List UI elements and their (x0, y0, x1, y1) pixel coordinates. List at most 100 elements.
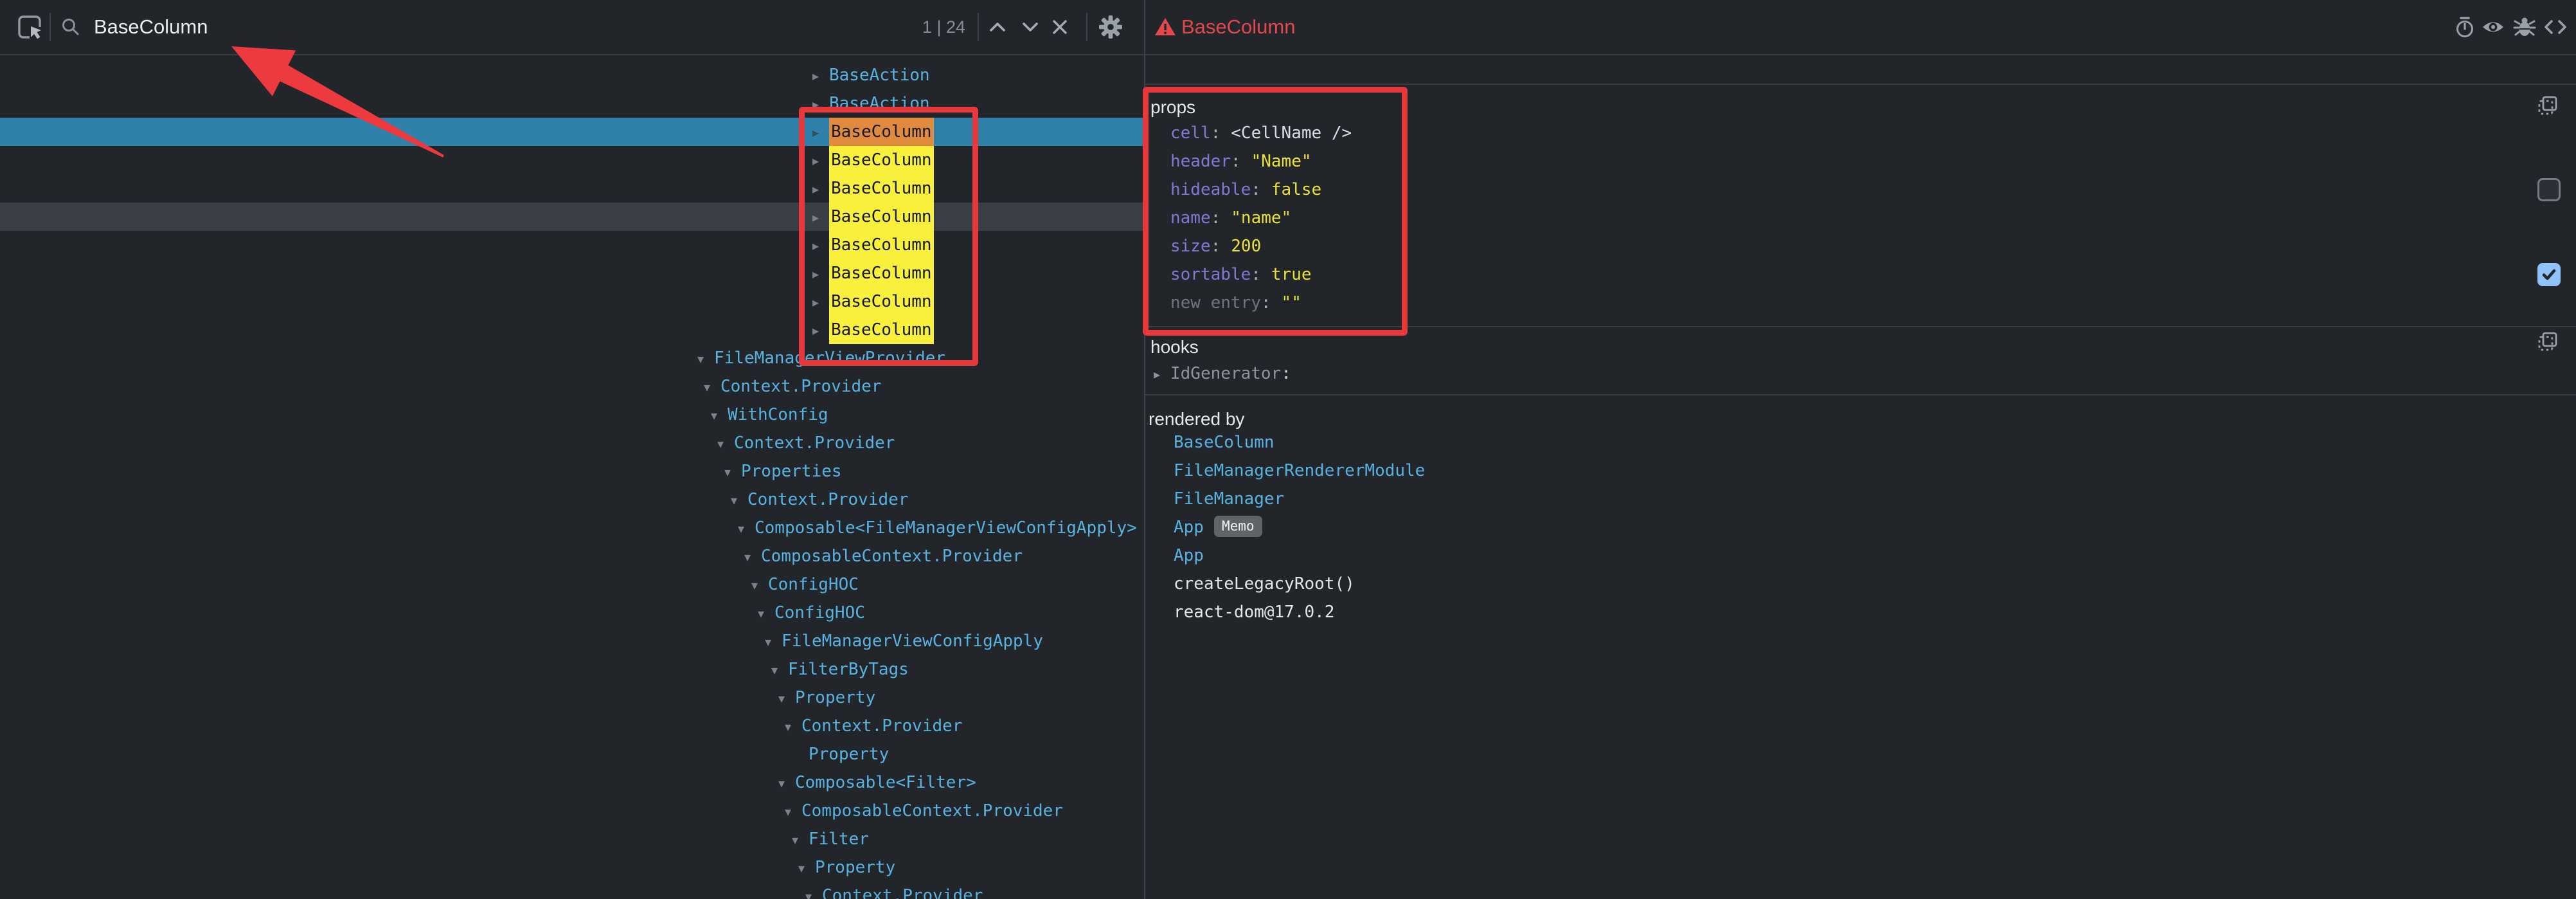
gear-icon[interactable] (1097, 14, 1124, 41)
prop-value[interactable]: "" (1282, 293, 1301, 313)
tree-row[interactable]: ▸BaseColumn (0, 118, 1144, 146)
chevron-down-icon[interactable]: ▾ (724, 458, 741, 486)
tree-row[interactable]: ▾Properties (0, 457, 1144, 486)
chevron-down-icon[interactable]: ▾ (738, 514, 755, 543)
warning-triangle-icon (1154, 17, 1176, 37)
chevron-down-icon[interactable]: ▾ (785, 797, 801, 826)
tree-row[interactable]: ▸BaseColumn (0, 316, 1144, 344)
prop-hideable-checkbox[interactable] (2537, 178, 2561, 201)
component-name: Context.Provider (734, 433, 895, 453)
bug-icon[interactable] (2512, 15, 2537, 39)
prop-key: cell (1170, 123, 1211, 143)
component-name: ComposableContext.Provider (761, 547, 1023, 566)
owner-row[interactable]: AppMemo (1174, 513, 2459, 541)
chevron-right-icon[interactable]: ▸ (812, 203, 829, 232)
chevron-down-icon[interactable]: ▾ (798, 854, 815, 882)
search-results-count: 1 | 24 (855, 0, 965, 54)
chevron-down-icon[interactable]: ▾ (744, 543, 761, 571)
tree-row[interactable]: ▾WithConfig (0, 401, 1144, 429)
tree-row[interactable]: ▾FilterByTags (0, 655, 1144, 684)
panel-divider[interactable] (1144, 0, 1145, 899)
chevron-down-icon[interactable]: ▾ (717, 430, 734, 458)
tree-row[interactable]: ▾Composable<Filter> (0, 768, 1144, 797)
chevron-down-icon[interactable]: ▾ (778, 769, 795, 797)
stopwatch-icon[interactable] (2453, 15, 2477, 39)
rendered-by-list: BaseColumn FileManagerRendererModule FileM… (1174, 428, 2459, 626)
tree-row[interactable]: ▸BaseAction (0, 61, 1144, 89)
owner-row[interactable]: App (1174, 541, 2459, 570)
chevron-down-icon[interactable]: ▾ (785, 713, 801, 741)
chevron-right-icon[interactable]: ▸ (812, 232, 829, 260)
copy-hooks-icon[interactable] (2536, 329, 2559, 352)
chevron-down-icon[interactable]: ▾ (765, 628, 782, 656)
chevron-right-icon[interactable]: ▸ (812, 316, 829, 345)
tree-row[interactable]: ▾FileManagerViewConfigApply (0, 627, 1144, 655)
next-match-button[interactable] (1019, 15, 1042, 39)
tree-row[interactable]: ▾FileManagerViewProvider (0, 344, 1144, 372)
chevron-right-icon[interactable]: ▸ (812, 90, 829, 118)
chevron-down-icon[interactable]: ▾ (792, 826, 809, 854)
tree-row[interactable]: ▾ComposableContext.Provider (0, 542, 1144, 570)
eye-icon[interactable] (2481, 15, 2505, 39)
tree-row[interactable]: ▾Context.Provider (0, 372, 1144, 401)
tree-row[interactable]: ▾Composable<FileManagerViewConfigApply> (0, 514, 1144, 542)
chevron-right-icon[interactable]: ▸ (812, 260, 829, 288)
chevron-down-icon[interactable]: ▾ (778, 684, 795, 713)
tree-row[interactable]: ▾Property (0, 684, 1144, 712)
owner-name: FileManagerRendererModule (1174, 461, 1425, 480)
prop-value[interactable]: 200 (1231, 237, 1261, 256)
chevron-right-icon[interactable]: ▸ (812, 118, 829, 147)
chevron-right-icon[interactable]: ▸ (812, 62, 829, 90)
tree-row[interactable]: ▾Filter (0, 825, 1144, 853)
tree-row[interactable]: ▾Context.Provider (0, 712, 1144, 740)
tree-row[interactable]: ▾ConfigHOC (0, 570, 1144, 599)
tree-row[interactable]: ▸BaseColumn (0, 287, 1144, 316)
tree-row[interactable]: ▾Context.Provider (0, 486, 1144, 514)
prop-value[interactable]: false (1271, 180, 1321, 199)
prop-colon: : (1251, 265, 1261, 284)
tree-row[interactable]: ▾Property (0, 853, 1144, 882)
tree-row[interactable]: ▾Context.Provider (0, 882, 1144, 899)
chevron-right-icon[interactable]: ▸ (812, 147, 829, 175)
prop-value[interactable]: true (1271, 265, 1312, 284)
hook-row[interactable]: ▸IdGenerator: (1154, 359, 2439, 388)
memo-badge: Memo (1214, 516, 1262, 537)
tree-row[interactable]: ▸BaseColumn (0, 146, 1144, 174)
owner-row[interactable]: FileManager (1174, 485, 2459, 513)
chevron-down-icon[interactable]: ▾ (758, 599, 774, 628)
owner-row[interactable]: FileManagerRendererModule (1174, 457, 2459, 485)
chevron-down-icon[interactable]: ▾ (704, 373, 720, 401)
prop-value[interactable]: "Name" (1251, 152, 1312, 171)
tree-row[interactable]: ▸Property (0, 740, 1144, 768)
prop-row: new entry:"" (1170, 289, 2456, 317)
chevron-right-icon[interactable]: ▸ (812, 288, 829, 316)
chevron-down-icon[interactable]: ▾ (771, 656, 788, 684)
close-icon[interactable] (1048, 15, 1071, 39)
chevron-down-icon[interactable]: ▾ (751, 571, 768, 599)
chevron-down-icon[interactable]: ▾ (805, 882, 822, 899)
tree-row[interactable]: ▸BaseColumn (0, 174, 1144, 203)
tree-row[interactable]: ▸BaseColumn (0, 203, 1144, 231)
tree-row[interactable]: ▾Context.Provider (0, 429, 1144, 457)
inspect-element-icon[interactable] (17, 13, 45, 41)
owner-row[interactable]: BaseColumn (1174, 428, 2459, 457)
chevron-down-icon[interactable]: ▾ (731, 486, 747, 514)
prop-value[interactable]: "name" (1231, 208, 1291, 228)
tree-row[interactable]: ▾ComposableContext.Provider (0, 797, 1144, 825)
tree-row[interactable]: ▸BaseColumn (0, 231, 1144, 259)
tree-row[interactable]: ▾ConfigHOC (0, 599, 1144, 627)
chevron-down-icon[interactable]: ▾ (711, 401, 728, 430)
toolbar-divider (978, 13, 979, 41)
prop-colon: : (1251, 180, 1261, 199)
search-icon (60, 17, 81, 37)
tree-row[interactable]: ▸BaseColumn (0, 259, 1144, 287)
previous-match-button[interactable] (986, 15, 1009, 39)
prop-sortable-checkbox[interactable] (2537, 263, 2561, 286)
chevron-right-icon[interactable]: ▸ (812, 175, 829, 203)
code-brackets-icon[interactable] (2543, 15, 2568, 39)
copy-props-icon[interactable] (2536, 93, 2559, 116)
chevron-down-icon[interactable]: ▾ (697, 345, 714, 373)
tree-row[interactable]: ▸BaseAction (0, 89, 1144, 118)
search-input[interactable] (94, 12, 737, 42)
chevron-right-icon[interactable]: ▸ (1154, 360, 1170, 388)
